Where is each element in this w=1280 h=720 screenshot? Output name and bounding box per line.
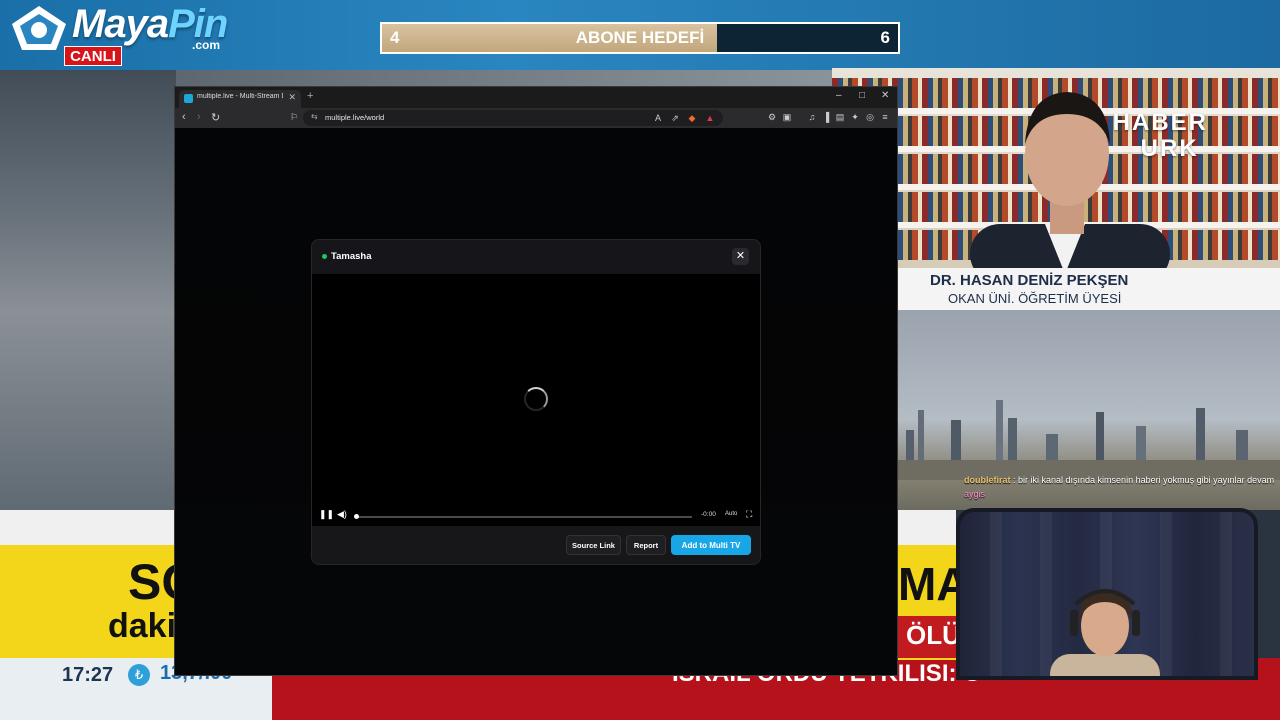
bookmark-icon[interactable]: ⚐	[289, 112, 299, 122]
add-to-multi-tv-button[interactable]: Add to Multi TV	[671, 535, 751, 555]
reload-icon[interactable]: ↻	[211, 111, 220, 124]
currency-icon: ₺	[128, 664, 150, 686]
modal-title: Tamasha	[331, 251, 372, 262]
time-display: -0:00	[701, 511, 716, 518]
headline-red-right: ÖLÜ	[896, 616, 961, 658]
source-link-button[interactable]: Source Link	[566, 535, 621, 555]
headline-small-left: daki	[108, 607, 177, 645]
modal-header: Tamasha ✕	[312, 240, 760, 274]
brave-rewards-icon[interactable]: ▲	[705, 113, 715, 123]
ticker-time: 17:27	[62, 664, 114, 686]
video-player[interactable]: ❚❚ ◀) -0:00 Auto ⛶	[312, 274, 760, 526]
chat-message: doublefirat : bir iki kanal dışında kims…	[964, 475, 1274, 485]
site-favicon-icon	[184, 94, 193, 103]
share-icon[interactable]: ⇗	[670, 113, 680, 123]
browser-tab[interactable]: multiple.live - Multi-Stream Dashboard ✕	[179, 90, 301, 108]
seek-bar[interactable]	[356, 516, 692, 518]
chat-user: doublefirat	[964, 475, 1011, 485]
extensions-icon[interactable]: ⚙	[767, 112, 777, 122]
maximize-button[interactable]: □	[859, 90, 865, 101]
pause-icon[interactable]: ❚❚	[319, 509, 334, 520]
guest-person	[970, 92, 1170, 272]
menu-icon[interactable]: ≡	[880, 112, 890, 122]
live-badge: CANLI	[64, 46, 122, 66]
tab-title: multiple.live - Multi-Stream Dashboard	[197, 93, 283, 100]
media-icon[interactable]: ♫	[807, 112, 817, 122]
address-bar[interactable]: ⇆ multiple.live/world A ⇗ ◆ ▲	[303, 110, 723, 126]
background-white-band	[0, 510, 176, 545]
tab-close-icon[interactable]: ✕	[288, 92, 296, 103]
sidebar-icon[interactable]: ▐	[821, 112, 831, 122]
fullscreen-icon[interactable]: ⛶	[746, 509, 752, 520]
navigation-bar: ‹ › ↻ ⚐ ⇆ multiple.live/world A ⇗ ◆ ▲ ⚙ …	[175, 108, 897, 128]
curtain-fold	[990, 512, 1002, 676]
screenshot-icon[interactable]: ▣	[782, 112, 792, 122]
maya-logo-icon	[12, 6, 66, 50]
chat-text: : bir iki kanal dışında kimsenin haberi …	[1013, 475, 1275, 485]
url-text: multiple.live/world	[325, 113, 385, 122]
streamer-webcam	[956, 508, 1258, 680]
guest-title: OKAN ÜNİ. ÖĞRETİM ÜYESİ	[948, 291, 1122, 306]
guest-video-feed: HABER URK	[832, 68, 1280, 272]
forward-icon[interactable]: ›	[197, 111, 201, 123]
player-controls: ❚❚ ◀) -0:00 Auto ⛶	[312, 504, 760, 526]
report-button[interactable]: Report	[626, 535, 666, 555]
modal-footer: Source Link Report Add to Multi TV	[312, 526, 760, 564]
modal-close-button[interactable]: ✕	[732, 248, 749, 265]
subscriber-goal-bar: ABONE HEDEFİ 4 6	[380, 22, 900, 54]
curtain-fold	[1220, 512, 1232, 676]
seek-handle[interactable]	[354, 514, 359, 519]
site-info-icon[interactable]: ⇆	[311, 112, 318, 121]
background-white-band	[896, 510, 956, 545]
live-indicator-icon	[322, 254, 327, 259]
haberturk-logo: HABER URK	[1112, 109, 1208, 162]
headline-subline-right: ÖLÜ	[906, 620, 961, 650]
goal-target: 6	[880, 28, 890, 47]
new-tab-icon[interactable]: +	[307, 90, 313, 102]
leo-icon[interactable]: ✦	[850, 112, 860, 122]
goal-label: ABONE HEDEFİ	[575, 28, 705, 47]
guest-name: DR. HASAN DENİZ PEKŞEN	[930, 272, 1129, 289]
tab-bar: multiple.live - Multi-Stream Dashboard ✕…	[175, 87, 897, 108]
chat-user-2: aygis	[964, 489, 986, 499]
back-icon[interactable]: ‹	[182, 111, 186, 123]
loading-spinner-icon	[524, 387, 548, 411]
headline-panel-left: SO daki	[0, 545, 200, 660]
stream-modal: Tamasha ✕ ❚❚ ◀) -0:00 Auto ⛶ Source Link…	[311, 239, 761, 565]
close-window-button[interactable]: ✕	[881, 90, 889, 101]
brave-shield-icon[interactable]: ◆	[687, 113, 697, 123]
skyline-graphic	[896, 400, 1280, 480]
streamer-person	[1050, 589, 1160, 676]
minimize-button[interactable]: –	[836, 90, 842, 101]
wallet-icon[interactable]: ▤	[835, 112, 845, 122]
brand-domain: .com	[192, 38, 221, 52]
volume-icon[interactable]: ◀)	[337, 509, 347, 520]
background-news-video-left	[0, 70, 176, 510]
quality-selector[interactable]: Auto	[725, 511, 737, 517]
goal-current: 4	[390, 28, 400, 47]
vpn-icon[interactable]: ◎	[865, 112, 875, 122]
translate-icon[interactable]: A	[653, 113, 663, 123]
